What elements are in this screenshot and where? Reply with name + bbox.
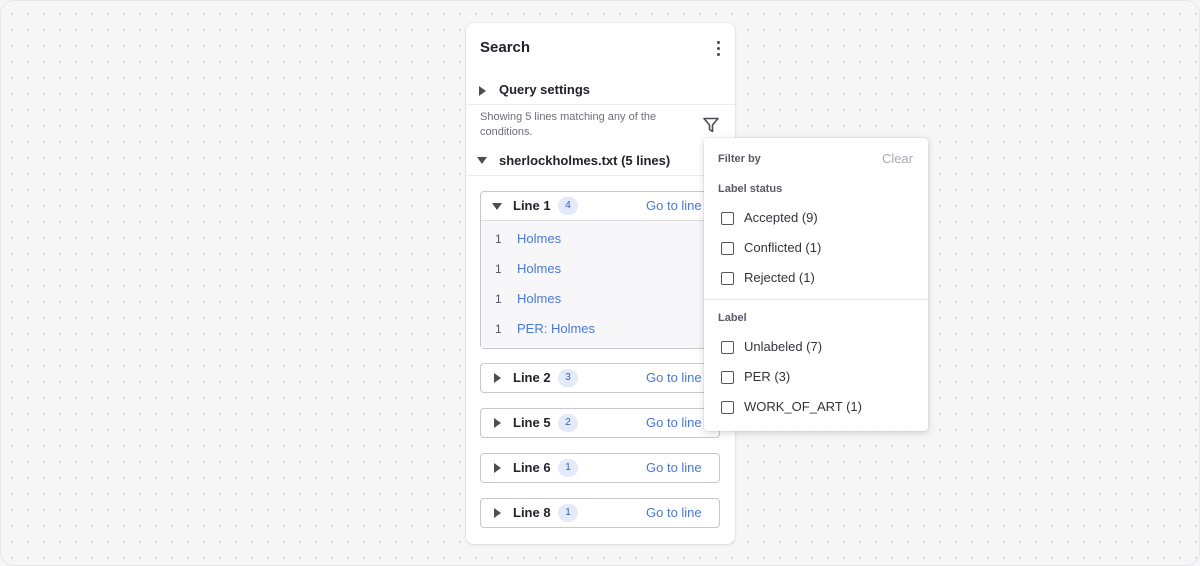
- filter-title: Filter by: [718, 153, 761, 165]
- filter-option-per[interactable]: PER (3): [718, 367, 918, 389]
- filter-option-label: Accepted (9): [744, 210, 818, 225]
- filter-option-label: Rejected (1): [744, 270, 815, 285]
- line-group: Line 2 3 Go to line: [480, 363, 720, 393]
- match-row[interactable]: 1 PER: Holmes: [481, 318, 719, 340]
- match-line-number: 1: [495, 322, 502, 336]
- filter-dropdown: Filter by Clear Label status Accepted (9…: [704, 138, 928, 431]
- match-count-badge: 2: [558, 414, 578, 432]
- match-line-number: 1: [495, 262, 502, 276]
- line-label: Line 2: [513, 370, 551, 385]
- query-settings-toggle[interactable]: Query settings: [466, 79, 735, 105]
- label-status-heading: Label status: [718, 183, 783, 195]
- match-text[interactable]: Holmes: [517, 231, 561, 246]
- filter-option-rejected[interactable]: Rejected (1): [718, 268, 918, 290]
- caret-right-icon: [479, 86, 486, 96]
- search-panel: Search Query settings Showing 5 lines ma…: [466, 23, 735, 544]
- match-text[interactable]: PER: Holmes: [517, 321, 595, 336]
- match-line-number: 1: [495, 292, 502, 306]
- match-text[interactable]: Holmes: [517, 261, 561, 276]
- clear-filter-button[interactable]: Clear: [882, 151, 913, 166]
- line-group: Line 5 2 Go to line: [480, 408, 720, 438]
- filter-option-label: Unlabeled (7): [744, 339, 823, 354]
- filter-option-label: PER (3): [744, 369, 791, 384]
- go-to-line-link[interactable]: Go to line: [646, 370, 702, 385]
- caret-right-icon: [494, 373, 501, 383]
- filter-option-label: WORK_OF_ART (1): [744, 399, 862, 414]
- caret-down-icon: [492, 203, 502, 210]
- checkbox[interactable]: [721, 242, 734, 255]
- file-group-toggle[interactable]: sherlockholmes.txt (5 lines): [466, 151, 735, 171]
- line-group: Line 6 1 Go to line: [480, 453, 720, 483]
- line-header-toggle[interactable]: Line 2 3 Go to line: [481, 364, 719, 392]
- filter-option-unlabeled[interactable]: Unlabeled (7): [718, 337, 918, 359]
- match-count-badge: 1: [558, 459, 578, 477]
- line-header-toggle[interactable]: Line 5 2 Go to line: [481, 409, 719, 437]
- line-header-toggle[interactable]: Line 6 1 Go to line: [481, 454, 719, 482]
- match-count-badge: 3: [558, 369, 578, 387]
- line-matches: 1 Holmes 1 Holmes 1 Holmes 1 PER: Holmes: [481, 220, 719, 348]
- divider: [704, 299, 928, 300]
- line-header-toggle[interactable]: Line 1 4 Go to line: [481, 192, 719, 220]
- divider: [466, 175, 735, 176]
- line-label: Line 1: [513, 198, 551, 213]
- match-line-number: 1: [495, 232, 502, 246]
- filter-option-work-of-art[interactable]: WORK_OF_ART (1): [718, 397, 918, 419]
- line-group: Line 8 1 Go to line: [480, 498, 720, 528]
- results-summary: Showing 5 lines matching any of the cond…: [480, 111, 657, 138]
- match-row[interactable]: 1 Holmes: [481, 258, 719, 280]
- label-heading: Label: [718, 312, 747, 324]
- line-group: Line 1 4 Go to line 1 Holmes 1 Holmes 1 …: [480, 191, 720, 349]
- panel-title: Search: [480, 39, 531, 56]
- query-settings-label: Query settings: [499, 82, 591, 97]
- match-count-badge: 4: [558, 197, 578, 215]
- match-count-badge: 1: [558, 504, 578, 522]
- go-to-line-link[interactable]: Go to line: [646, 198, 702, 213]
- checkbox[interactable]: [721, 371, 734, 384]
- line-label: Line 5: [513, 415, 551, 430]
- line-label: Line 6: [513, 460, 551, 475]
- go-to-line-link[interactable]: Go to line: [646, 505, 702, 520]
- match-text[interactable]: Holmes: [517, 291, 561, 306]
- line-label: Line 8: [513, 505, 551, 520]
- filter-option-conflicted[interactable]: Conflicted (1): [718, 238, 918, 260]
- checkbox[interactable]: [721, 341, 734, 354]
- more-options-icon[interactable]: [710, 41, 726, 59]
- caret-down-icon: [477, 157, 487, 164]
- go-to-line-link[interactable]: Go to line: [646, 460, 702, 475]
- divider: [466, 104, 735, 105]
- match-row[interactable]: 1 Holmes: [481, 288, 719, 310]
- go-to-line-link[interactable]: Go to line: [646, 415, 702, 430]
- caret-right-icon: [494, 508, 501, 518]
- checkbox[interactable]: [721, 401, 734, 414]
- file-label: sherlockholmes.txt (5 lines): [499, 153, 671, 168]
- checkbox[interactable]: [721, 212, 734, 225]
- caret-right-icon: [494, 463, 501, 473]
- caret-right-icon: [494, 418, 501, 428]
- match-row[interactable]: 1 Holmes: [481, 228, 719, 250]
- filter-icon[interactable]: [702, 116, 720, 134]
- checkbox[interactable]: [721, 272, 734, 285]
- filter-option-accepted[interactable]: Accepted (9): [718, 208, 918, 230]
- filter-option-label: Conflicted (1): [744, 240, 822, 255]
- line-header-toggle[interactable]: Line 8 1 Go to line: [481, 499, 719, 527]
